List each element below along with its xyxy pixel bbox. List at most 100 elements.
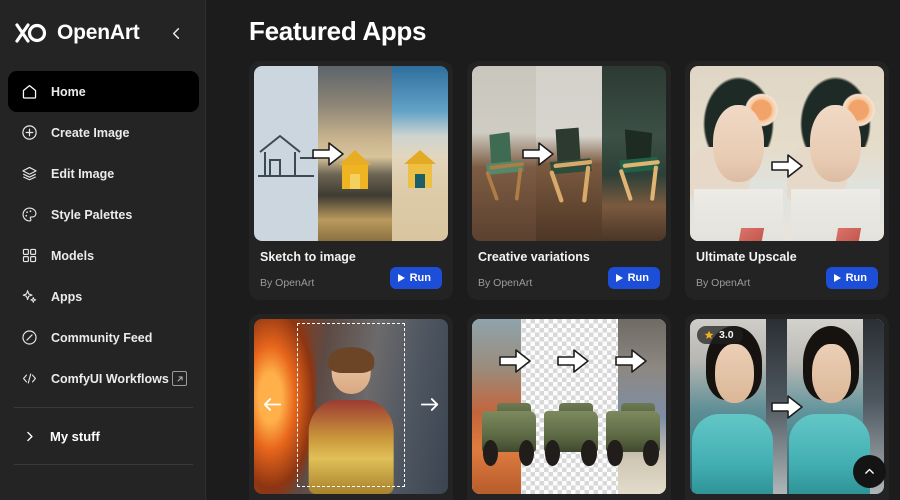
robe-accent	[836, 228, 862, 241]
page-title: Featured Apps	[249, 16, 427, 46]
sidebar-item-apps[interactable]: Apps	[8, 276, 199, 317]
card-body	[685, 494, 889, 500]
outpaint-scene	[254, 319, 448, 494]
palette-icon	[21, 206, 38, 223]
chevron-left-icon[interactable]	[165, 22, 187, 44]
chair-variation-2-pane	[602, 66, 666, 241]
run-button[interactable]: Run	[825, 267, 878, 289]
sidebar-item-my-stuff[interactable]: My stuff	[8, 416, 199, 456]
compass-icon	[21, 329, 38, 346]
main-content: Featured Apps Sketch to image By OpenArt…	[207, 0, 900, 500]
transform-arrow-icon	[771, 153, 803, 178]
jeep-wheel	[643, 439, 659, 466]
brand-row: OpenArt	[8, 0, 199, 66]
run-button[interactable]: Run	[607, 267, 660, 289]
sidebar-item-home[interactable]: Home	[8, 71, 199, 112]
sidebar-item-label: Style Palettes	[51, 207, 133, 222]
sidebar-item-comfyui-workflows[interactable]: ComfyUI Workflows	[8, 358, 199, 399]
jeep-wheel	[607, 439, 623, 466]
transform-arrow-icon	[771, 394, 803, 419]
jeep-shape	[480, 403, 538, 466]
grid-squares-icon	[21, 247, 38, 264]
card-media-background-remove-jeep	[472, 319, 666, 494]
card-body	[467, 494, 671, 500]
play-icon	[833, 274, 841, 282]
sidebar: OpenArt Home Create Image Edit Image Sty…	[0, 0, 219, 500]
card-meta-row: By OpenArt Run	[260, 267, 442, 289]
portrait-face	[810, 104, 861, 182]
yellow-house-shape	[403, 150, 436, 188]
transform-arrow-icon	[522, 141, 554, 166]
run-button-label: Run	[409, 272, 431, 284]
sidebar-divider-bottom	[14, 464, 193, 465]
sidebar-item-edit-image[interactable]: Edit Image	[8, 153, 199, 194]
run-button[interactable]: Run	[389, 267, 442, 289]
transform-arrow-icon	[557, 349, 589, 373]
app-card-outpaint[interactable]	[249, 314, 453, 500]
outpaint-selection-rect[interactable]	[296, 322, 406, 487]
jeep-shape	[604, 403, 662, 466]
arrow-right-icon[interactable]	[420, 395, 440, 419]
jeep-wheel	[519, 439, 535, 466]
portrait-face	[812, 343, 852, 403]
jeep-wheel	[581, 439, 597, 466]
card-author: By OpenArt	[478, 277, 533, 289]
plus-circle-icon	[21, 124, 38, 141]
portrait-face	[715, 343, 755, 403]
run-button-label: Run	[845, 272, 867, 284]
layers-icon	[21, 165, 38, 182]
sidebar-item-models[interactable]: Models	[8, 235, 199, 276]
jeep-shape	[542, 403, 600, 466]
card-body: Creative variations By OpenArt Run	[467, 241, 671, 300]
rating-value: 3.0	[719, 329, 734, 341]
code-brackets-icon	[21, 370, 38, 387]
play-icon	[397, 274, 405, 282]
home-icon	[21, 83, 38, 100]
card-title: Creative variations	[478, 250, 590, 264]
sidebar-divider-top	[14, 407, 193, 408]
card-body: Sketch to image By OpenArt Run	[249, 241, 453, 300]
brand-name: OpenArt	[57, 21, 140, 44]
transform-arrow-icon	[498, 349, 531, 373]
sidebar-item-label: Home	[51, 84, 86, 99]
sidebar-item-create-image[interactable]: Create Image	[8, 112, 199, 153]
sidebar-nav: Home Create Image Edit Image Style Palet…	[8, 66, 199, 399]
star-icon	[704, 330, 714, 339]
app-card-ultimate-upscale[interactable]: Ultimate Upscale By OpenArt Run	[685, 61, 889, 300]
sidebar-item-label: ComfyUI Workflows	[51, 371, 169, 386]
sidebar-item-style-palettes[interactable]: Style Palettes	[8, 194, 199, 235]
rating-badge: 3.0	[697, 326, 743, 344]
play-icon	[615, 274, 623, 282]
card-meta-row: By OpenArt Run	[478, 267, 660, 289]
house-sketch-icon	[258, 134, 316, 177]
transform-arrow-icon	[615, 349, 647, 373]
openart-infinity-logo-icon[interactable]	[14, 20, 48, 46]
sketch-pane	[254, 66, 319, 241]
sparkles-icon	[21, 288, 38, 305]
chevron-up-icon	[865, 468, 874, 474]
generated-house-beach-pane	[391, 66, 448, 241]
portrait-robe	[790, 188, 881, 241]
card-media-outpaint-hero-carousel	[254, 319, 448, 494]
app-card-creative-variations[interactable]: Creative variations By OpenArt Run	[467, 61, 671, 300]
app-card-background-remove[interactable]	[467, 314, 671, 500]
jeep-wheel	[545, 439, 561, 466]
card-media-geisha-portrait-upscale	[690, 66, 884, 241]
card-title: Ultimate Upscale	[696, 250, 797, 264]
app-card-sketch-to-image[interactable]: Sketch to image By OpenArt Run	[249, 61, 453, 300]
my-stuff-label: My stuff	[50, 428, 100, 444]
card-meta-row: By OpenArt Run	[696, 267, 878, 289]
robe-accent	[739, 228, 765, 241]
card-author: By OpenArt	[696, 277, 751, 289]
external-link-icon[interactable]	[172, 371, 187, 386]
scroll-to-top-button[interactable]	[853, 455, 886, 488]
chevron-right-icon	[21, 428, 38, 445]
app-root: OpenArt Home Create Image Edit Image Sty…	[0, 0, 900, 500]
card-author: By OpenArt	[260, 277, 315, 289]
portrait-face	[713, 104, 764, 182]
sidebar-item-community-feed[interactable]: Community Feed	[8, 317, 199, 358]
chair-shape	[619, 129, 660, 201]
arrow-left-icon[interactable]	[262, 395, 282, 419]
featured-apps-grid: Sketch to image By OpenArt Run Creative …	[249, 61, 889, 500]
sidebar-item-label: Community Feed	[51, 330, 153, 345]
